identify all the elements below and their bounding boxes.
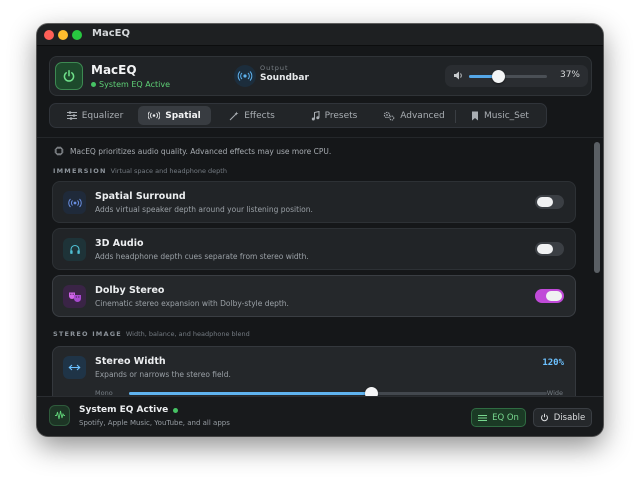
volume-slider-thumb[interactable] xyxy=(491,70,505,83)
eq-sliders-icon xyxy=(478,414,488,421)
row-description: Adds virtual speaker depth around your l… xyxy=(95,205,313,214)
arrows-horizontal-icon xyxy=(63,356,86,379)
section-subtitle: Virtual space and headphone depth xyxy=(110,167,227,175)
speaker-waves-icon xyxy=(237,71,253,81)
spatial-icon xyxy=(148,111,161,120)
close-window-button[interactable] xyxy=(44,30,54,40)
cpu-icon xyxy=(54,146,64,156)
power-icon xyxy=(63,70,75,82)
volume-slider[interactable] xyxy=(469,70,547,83)
tab-label: Music_Set xyxy=(484,110,529,121)
3d-audio-row[interactable]: 3D Audio Adds headphone depth cues separ… xyxy=(52,228,576,270)
stereo-image-section-header: STEREO IMAGE Width, balance, and headphon… xyxy=(53,330,250,338)
window-title: MacEQ xyxy=(92,28,130,39)
footer-title: System EQ Active xyxy=(79,405,169,415)
row-description: Adds headphone depth cues separate from … xyxy=(95,252,309,261)
row-description: Expands or narrows the stereo field. xyxy=(95,370,231,379)
waveform-icon xyxy=(49,405,70,426)
wand-icon xyxy=(229,111,239,120)
section-subtitle: Width, balance, and headphone blend xyxy=(125,330,250,338)
row-title: Dolby Stereo xyxy=(95,285,165,296)
dolby-stereo-toggle[interactable] xyxy=(535,289,564,303)
status-card: MacEQ System EQ Active Output Soundbar 3… xyxy=(49,56,592,96)
bookmark-icon xyxy=(472,111,479,120)
3d-audio-toggle[interactable] xyxy=(535,242,564,256)
content-scrollbar[interactable] xyxy=(594,142,600,273)
footer-bar: System EQ Active Spotify, Apple Music, Y… xyxy=(37,396,603,436)
power-button[interactable] xyxy=(55,62,83,90)
tab-music-set[interactable]: Music_Set xyxy=(460,106,540,125)
disable-label: Disable xyxy=(553,412,586,423)
sliders-icon xyxy=(66,111,77,120)
volume-percentage: 37% xyxy=(559,70,580,80)
section-title: STEREO IMAGE xyxy=(53,330,122,338)
tab-spatial[interactable]: Spatial xyxy=(138,106,211,125)
tab-bar: Equalizer Spatial Effects Presets Advanc… xyxy=(49,103,547,128)
zoom-window-button[interactable] xyxy=(72,30,82,40)
tab-effects[interactable]: Effects xyxy=(214,106,290,125)
stereo-width-slider[interactable] xyxy=(129,387,547,400)
tab-label: Effects xyxy=(244,110,275,121)
disable-button[interactable]: Disable xyxy=(533,408,592,427)
theater-masks-icon xyxy=(63,285,86,308)
volume-control: 37% xyxy=(445,65,588,87)
power-icon xyxy=(540,413,548,422)
toggle-knob xyxy=(546,291,562,301)
section-title: IMMERSION xyxy=(53,167,107,175)
content-divider xyxy=(37,137,603,138)
stereo-width-slider-fill xyxy=(129,392,372,395)
status-dot xyxy=(91,82,96,87)
immersion-section-header: IMMERSION Virtual space and headphone dep… xyxy=(53,167,227,175)
spatial-surround-row[interactable]: Spatial Surround Adds virtual speaker de… xyxy=(52,181,576,223)
dolby-stereo-row[interactable]: Dolby Stereo Cinematic stereo expansion … xyxy=(52,275,576,317)
surround-icon xyxy=(63,191,86,214)
title-bar: MacEQ xyxy=(37,24,603,46)
toggle-knob xyxy=(537,197,553,207)
eq-status-text: System EQ Active xyxy=(99,80,171,89)
app-name: MacEQ xyxy=(91,63,137,77)
tab-label: Advanced xyxy=(400,110,445,121)
footer-status-dot xyxy=(173,407,179,413)
gears-icon xyxy=(384,111,395,120)
tab-label: Presets xyxy=(324,110,358,121)
volume-icon xyxy=(454,71,462,80)
tab-equalizer[interactable]: Equalizer xyxy=(54,106,136,125)
footer-status: System EQ Active xyxy=(79,405,179,415)
notice-text: MacEQ prioritizes audio quality. Advance… xyxy=(70,146,332,156)
eq-on-label: EQ On xyxy=(492,412,519,423)
eq-on-button[interactable]: EQ On xyxy=(471,408,526,427)
output-label: Output xyxy=(260,64,289,72)
headphones-icon xyxy=(63,238,86,261)
music-note-icon xyxy=(311,110,320,120)
toggle-knob xyxy=(537,244,553,254)
tab-divider xyxy=(455,110,456,123)
output-device-selector[interactable]: Soundbar xyxy=(260,73,309,83)
spatial-surround-toggle[interactable] xyxy=(535,195,564,209)
output-device-icon xyxy=(234,65,256,87)
tab-label: Spatial xyxy=(165,110,201,121)
tab-presets[interactable]: Presets xyxy=(296,106,372,125)
row-title: 3D Audio xyxy=(95,238,144,249)
row-title: Stereo Width xyxy=(95,356,166,367)
eq-status: System EQ Active xyxy=(91,80,170,89)
tab-label: Equalizer xyxy=(81,110,124,121)
minimize-window-button[interactable] xyxy=(58,30,68,40)
tab-advanced[interactable]: Advanced xyxy=(376,106,452,125)
app-window: MacEQ MacEQ System EQ Active Output Soun… xyxy=(37,24,603,436)
row-title: Spatial Surround xyxy=(95,191,186,202)
stereo-width-value: 120% xyxy=(542,358,564,368)
row-description: Cinematic stereo expansion with Dolby-st… xyxy=(95,299,289,308)
footer-description: Spotify, Apple Music, YouTube, and all a… xyxy=(79,419,230,427)
cpu-notice: MacEQ prioritizes audio quality. Advance… xyxy=(54,146,331,156)
